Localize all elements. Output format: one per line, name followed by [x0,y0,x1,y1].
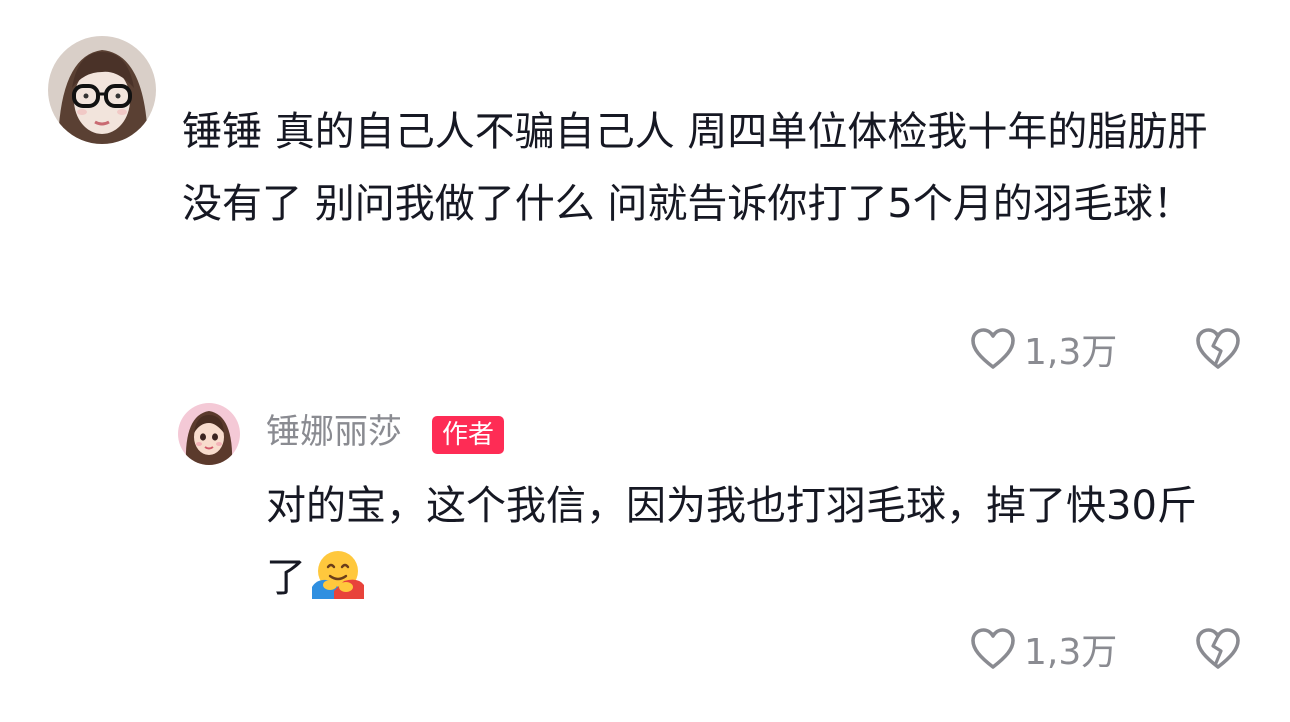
heart-outline-icon [971,628,1015,669]
reply-avatar[interactable] [178,403,240,465]
reply-actions: 1,3万 [970,624,1241,674]
comment-actions: 1,3万 [970,324,1241,374]
avatar[interactable] [48,36,156,144]
avatar-girl-glasses-icon [48,36,156,144]
like-button[interactable]: 1,3万 [970,323,1117,375]
like-count: 1,3万 [1024,332,1118,373]
comment-text: 锤锤 真的自己人不骗自己人 周四单位体检我十年的脂肪肝没有了 别问我做了什么 问… [182,109,1208,227]
author-badge: 作者 [432,416,505,454]
broken-heart-icon [1196,628,1241,669]
avatar-cartoon-girl-icon [178,403,240,465]
reply-username[interactable]: 锤娜丽莎 [266,410,402,454]
heart-outline-icon [971,328,1015,369]
reply-text: 对的宝，这个我信，因为我也打羽毛球，掉了快30斤了 [266,470,1226,622]
reply-like-button[interactable]: 1,3万 [970,623,1117,675]
broken-heart-icon [1196,328,1241,369]
dislike-button[interactable] [1195,327,1241,371]
reply-dislike-button[interactable] [1195,627,1241,671]
hugging-face-emoji [310,549,366,622]
reply-text-content: 对的宝，这个我信，因为我也打羽毛球，掉了快30斤了 [266,483,1197,601]
reply-like-count: 1,3万 [1024,632,1118,673]
